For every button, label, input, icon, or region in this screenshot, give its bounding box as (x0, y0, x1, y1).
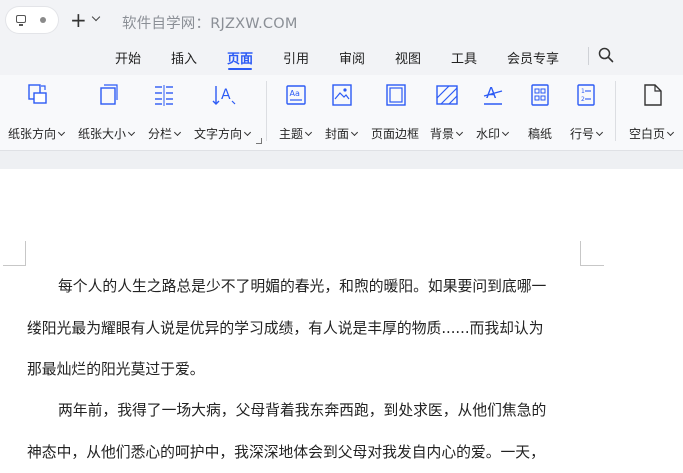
tab-page[interactable]: 页面 (227, 48, 253, 67)
line-number-icon: 1 2 (574, 83, 598, 107)
tab-references[interactable]: 引用 (283, 48, 309, 67)
manuscript-paper-label: 稿纸 (528, 125, 552, 142)
chevron-down-icon (174, 129, 181, 136)
chevron-down-icon (351, 129, 358, 136)
chevron-down-icon (456, 129, 463, 136)
chevron-down-icon (502, 129, 509, 136)
watermark-icon: A (481, 83, 505, 107)
theme-label: 主题 (279, 127, 303, 141)
text-direction-label: 文字方向 (194, 127, 242, 141)
chevron-down-icon (128, 129, 135, 136)
paragraph[interactable]: 每个人的人生之路总是少不了明媚的春光，和煦的暖阳。如果要问到底哪一 缕阳光最为耀… (27, 266, 583, 391)
svg-text:1: 1 (581, 88, 585, 95)
title-bar: + 软件自学网：RJZXW.COM (0, 0, 683, 42)
watermark-site-text: 软件自学网：RJZXW.COM (122, 12, 298, 33)
text-line: 两年前，我得了一场大病，父母背着我东奔西跑，到处求医，从他们焦急的 (27, 390, 583, 432)
line-number-label: 行号 (570, 127, 594, 141)
background-icon (435, 83, 459, 107)
margin-marker-top-left (3, 265, 26, 266)
margin-marker-top-left (25, 241, 26, 266)
chevron-down-icon[interactable] (92, 13, 100, 21)
paper-size-icon (97, 83, 119, 107)
cover-icon (330, 83, 354, 107)
text-line: 那最灿烂的阳光莫过于爱。 (27, 349, 583, 391)
dialog-launcher-icon[interactable] (256, 138, 262, 144)
tab-view[interactable]: 视图 (395, 48, 421, 67)
columns-label: 分栏 (148, 127, 172, 141)
ribbon-divider (266, 81, 267, 141)
svg-text:Aa: Aa (290, 89, 300, 98)
watermark-label: 水印 (476, 127, 500, 141)
svg-text:A: A (221, 87, 231, 103)
chevron-down-icon (58, 129, 65, 136)
margin-marker-top-right (580, 241, 581, 266)
svg-text:2: 2 (581, 96, 585, 103)
columns-icon (152, 83, 176, 107)
search-icon[interactable] (598, 47, 614, 63)
paper-orientation-icon (26, 83, 48, 107)
background-label: 背景 (430, 127, 454, 141)
page-border-label: 页面边框 (371, 125, 419, 142)
text-direction-icon: A (212, 83, 236, 107)
ribbon-divider (615, 81, 616, 141)
tab-membership[interactable]: 会员专享 (507, 48, 559, 67)
tab-start[interactable]: 开始 (115, 48, 141, 67)
menu-tab-row: 开始 插入 页面 引用 审阅 视图 工具 会员专享 (0, 42, 683, 75)
monitor-icon (16, 15, 26, 23)
paper-size-label: 纸张大小 (78, 127, 126, 141)
margin-marker-top-right (580, 265, 604, 266)
blank-page-label: 空白页 (629, 127, 665, 141)
text-line: 神态中，从他们悉心的呵护中，我深深地体会到父母对我发自内心的爱。一天， (27, 432, 583, 473)
new-tab-button[interactable]: + (70, 10, 87, 30)
chevron-down-icon (244, 129, 251, 136)
chevron-down-icon (667, 129, 674, 136)
manuscript-paper-icon (528, 83, 552, 107)
tab-insert[interactable]: 插入 (171, 48, 197, 67)
tab-tools[interactable]: 工具 (451, 48, 477, 67)
paragraph[interactable]: 两年前，我得了一场大病，父母背着我东奔西跑，到处求医，从他们焦急的 神态中，从他… (27, 390, 583, 473)
divider (588, 47, 589, 65)
canvas-gap (0, 151, 683, 169)
blank-page-icon (641, 83, 665, 107)
theme-icon: Aa (284, 83, 308, 107)
paper-orientation-label: 纸张方向 (8, 127, 56, 141)
chevron-down-icon (305, 129, 312, 136)
chevron-down-icon (596, 129, 603, 136)
text-line: 每个人的人生之路总是少不了明媚的春光，和煦的暖阳。如果要问到底哪一 (27, 266, 583, 308)
tab-review[interactable]: 审阅 (339, 48, 365, 67)
page-layout-ribbon: 纸张方向 纸张大小 分栏 A 文字方向 (0, 75, 683, 151)
page-border-icon (384, 83, 408, 107)
cover-label: 封面 (325, 127, 349, 141)
dot-icon (40, 17, 46, 23)
text-line: 缕阳光最为耀眼有人说是优异的学习成绩，有人说是丰厚的物质......而我却认为 (27, 308, 583, 350)
document-page[interactable]: 每个人的人生之路总是少不了明媚的春光，和煦的暖阳。如果要问到底哪一 缕阳光最为耀… (0, 169, 683, 469)
window-switcher[interactable] (6, 7, 58, 33)
